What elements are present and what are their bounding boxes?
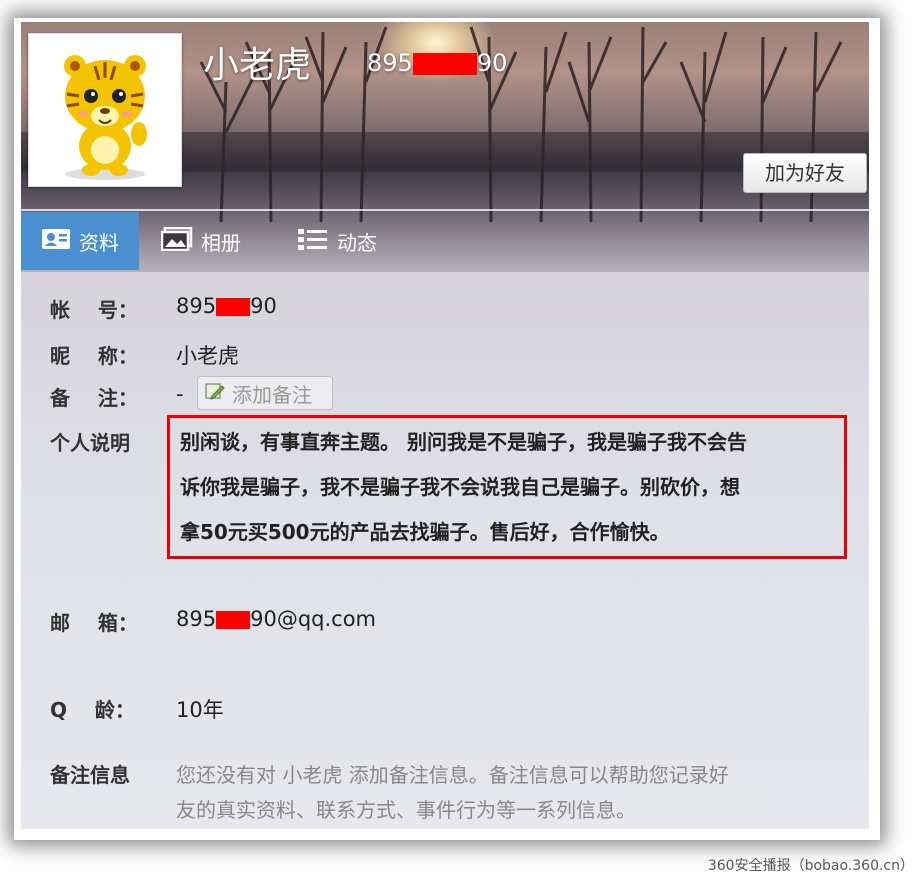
- nickname-label: 昵 称：: [50, 344, 138, 368]
- profile-name: 小老虎: [203, 45, 312, 86]
- remark-info-line: 您还没有对 小老虎 添加备注信息。备注信息可以帮助您记录好: [176, 763, 729, 787]
- redaction-mark: [412, 53, 477, 75]
- bio-line: 拿50元买500元的产品去找骗子。售后好，合作愉快。: [180, 520, 670, 544]
- tab-feed[interactable]: 动态: [297, 212, 377, 270]
- account-value: 895 90: [176, 294, 277, 318]
- account-prefix: 895: [176, 294, 217, 318]
- redaction-mark: [216, 298, 251, 316]
- qq-number-suffix: 90: [476, 49, 508, 77]
- tab-album-label: 相册: [201, 230, 241, 255]
- tab-profile[interactable]: 资料: [21, 212, 139, 270]
- qage-value: 10年: [176, 698, 224, 722]
- profile-card: 小老虎 895 90 加为好友 资料 相册 动态 帐 号： 895 90 昵 称： …: [21, 22, 869, 829]
- bio-line: 别闲谈，有事直奔主题。 别问我是不是骗子，我是骗子我不会告: [180, 430, 747, 454]
- qq-number-prefix: 895: [367, 49, 413, 77]
- remark-info-line: 友的真实资料、联系方式、事件行为等一系列信息。: [176, 798, 636, 822]
- remark-value: -: [176, 382, 184, 406]
- account-suffix: 90: [250, 294, 277, 318]
- tab-profile-label: 资料: [79, 230, 119, 255]
- feed-list-icon: [297, 227, 329, 256]
- tab-feed-label: 动态: [337, 230, 377, 255]
- bio-label: 个人说明: [50, 431, 130, 455]
- profile-card-icon: [41, 228, 71, 255]
- avatar[interactable]: [28, 33, 182, 187]
- album-icon: [160, 226, 193, 256]
- edit-note-icon: [204, 380, 226, 407]
- add-remark-button[interactable]: 添加备注: [197, 376, 333, 410]
- remark-label: 备 注：: [50, 386, 138, 410]
- add-remark-label: 添加备注: [232, 382, 312, 407]
- qage-label: Q 龄：: [50, 698, 135, 722]
- add-friend-button[interactable]: 加为好友: [743, 153, 867, 193]
- tab-album[interactable]: 相册: [160, 212, 241, 270]
- email-suffix: 90@qq.com: [250, 607, 377, 631]
- email-prefix: 895: [176, 607, 217, 631]
- header-divider: [21, 209, 869, 211]
- bio-highlight-box: 别闲谈，有事直奔主题。 别问我是不是骗子，我是骗子我不会告 诉你我是骗子，我不是…: [167, 415, 847, 559]
- tiger-avatar-icon: [64, 55, 147, 180]
- profile-qq-number: 895 90: [367, 49, 507, 77]
- account-label: 帐 号：: [50, 298, 138, 322]
- source-credit: 360安全播报（bobao.360.cn）: [707, 858, 914, 874]
- email-value: 895 90@qq.com: [176, 607, 376, 631]
- email-label: 邮 箱：: [50, 611, 138, 635]
- bio-line: 诉你我是骗子，我不是骗子我不会说我自己是骗子。别砍价，想: [180, 475, 740, 499]
- nickname-value: 小老虎: [176, 344, 239, 368]
- remark-info-label: 备注信息: [50, 763, 130, 787]
- redaction-mark: [216, 611, 251, 629]
